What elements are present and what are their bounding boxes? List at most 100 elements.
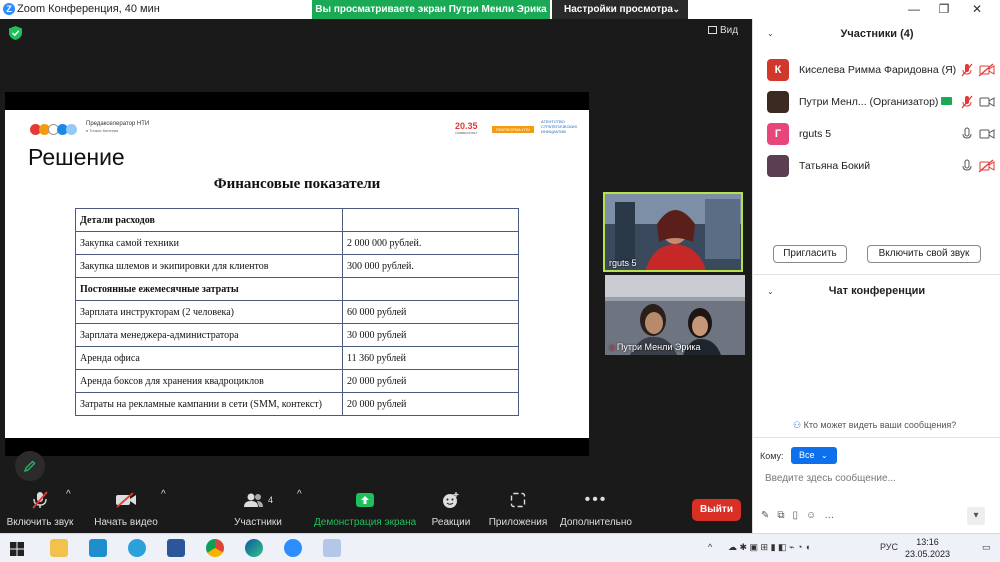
participant-name: Путри Менл... (Организатор) (799, 96, 939, 108)
notifications-icon[interactable]: ▭ (982, 542, 991, 553)
pencil-icon (24, 460, 36, 472)
table-row: Закупка самой техники 2 000 000 рублей. (75, 231, 519, 255)
participants-label: Участники (234, 517, 282, 528)
expense-value-cell: 20 000 рублей (342, 369, 519, 393)
unmute-label: Включить звук (6, 517, 74, 528)
brand-subname: в Точках Кипения (86, 128, 119, 133)
table-row: Затраты на рекламные кампании в сети (SM… (75, 392, 519, 416)
video-tile-rguts[interactable]: rguts 5 (603, 192, 743, 272)
table-row: Аренда боксов для хранения квадроциклов 2… (75, 369, 519, 393)
close-icon[interactable]: ✕ (969, 2, 985, 17)
emoji-icon[interactable]: ☺ (806, 510, 816, 521)
divider (753, 437, 1000, 438)
annotate-pencil-button[interactable] (15, 451, 45, 481)
telegram-icon[interactable] (128, 539, 146, 557)
participants-button[interactable]: 4 Участники (232, 489, 284, 528)
chat-visibility-link[interactable]: ⚇ Кто может видеть ваши сообщения? (793, 420, 956, 431)
brand-2035-sub: УНИВЕРСИТЕТ (455, 131, 478, 135)
expense-item-cell: Зарплата инструкторам (2 человека) (75, 300, 343, 324)
chrome-icon[interactable] (206, 539, 224, 557)
invite-button[interactable]: Пригласить (773, 245, 847, 263)
video-tile-name: rguts 5 (609, 258, 637, 268)
brand-2035-logo: 20.35 УНИВЕРСИТЕТ (455, 121, 478, 135)
table-row: Аренда офиса 11 360 рублей (75, 346, 519, 370)
side-panel: ⌄ Участники (4) К Киселева Римма Фаридов… (752, 19, 1000, 533)
mic-camera-off-icons[interactable] (961, 159, 995, 173)
shared-screen: Предакселератор НТИ в Точках Кипения 20.… (5, 92, 589, 456)
more-label: Дополнительно (560, 517, 632, 528)
send-icon[interactable]: ▾ (967, 507, 985, 525)
video-tile-name: Путри Менли Эрика (616, 342, 701, 352)
participants-options-chevron-icon[interactable]: ^ (297, 489, 302, 500)
audio-options-chevron-icon[interactable]: ^ (66, 489, 71, 500)
table-row: Зарплата инструкторам (2 человека) 60 000… (75, 300, 519, 324)
chat-recipient-value: Все (799, 450, 815, 460)
paint-icon[interactable] (323, 539, 341, 557)
chat-recipient-select[interactable]: Все ⌄ (791, 447, 837, 464)
screen-share-indicator-icon (941, 97, 953, 105)
view-label: Вид (720, 25, 739, 36)
participant-row[interactable]: Татьяна Бокий (767, 155, 997, 179)
windows-start-icon[interactable] (10, 542, 24, 556)
sharing-banner: Вы просматриваете экран Путри Менли Эрик… (312, 0, 550, 19)
minimize-icon[interactable]: — (906, 2, 922, 17)
participant-row[interactable]: К Киселева Римма Фаридовна (Я) (767, 59, 997, 83)
video-tile-putri[interactable]: ⦸ Путри Менли Эрика (605, 275, 745, 355)
language-indicator[interactable]: РУС (880, 542, 898, 552)
view-button[interactable]: Вид (708, 25, 738, 36)
clock-time: 13:16 (916, 537, 939, 547)
table-row: Закупка шлемов и экипировки для клиентов… (75, 254, 519, 278)
restore-icon[interactable]: ❐ (936, 2, 952, 17)
participant-name-row: Путри Менл... (Организатор) (799, 96, 953, 108)
tray-chevron-icon[interactable]: ^ (708, 542, 712, 552)
mic-camera-icons[interactable] (961, 127, 995, 141)
more-icon[interactable]: … (824, 510, 834, 521)
participant-row[interactable]: Г rguts 5 (767, 123, 997, 147)
expense-item-cell: Затраты на рекламные кампании в сети (SM… (75, 392, 343, 416)
start-video-button[interactable]: Начать видео (92, 489, 160, 528)
brand-logo-circles (30, 124, 82, 136)
apps-button[interactable]: Приложения (486, 489, 550, 528)
edge-icon[interactable] (245, 539, 263, 557)
mic-off-icon (32, 491, 48, 509)
muted-mic-camera-icons[interactable] (961, 95, 995, 109)
table-row: Зарплата менеджера-администратора 30 000 … (75, 323, 519, 347)
zoom-app-icon[interactable] (284, 539, 302, 557)
participant-row[interactable]: Путри Менл... (Организатор) (767, 91, 997, 115)
tray-app-icons[interactable]: ☁ ✱ ▣ ⊞ ▮ ◧ ⌁ ◔ ◖ (728, 542, 810, 553)
reactions-button[interactable]: Реакции (428, 489, 474, 528)
view-settings-button[interactable]: Настройки просмотра ⌄ (552, 0, 688, 19)
table-row: Детали расходов (75, 208, 519, 232)
security-shield-icon[interactable] (9, 26, 22, 40)
more-button[interactable]: ••• Дополнительно (558, 489, 634, 528)
expense-item-cell: Постоянные ежемесячные затраты (75, 277, 343, 301)
brand-2035-text: 20.35 (455, 121, 478, 131)
brand-platform-logo: ПЛАТФОРМА НТИ (492, 126, 535, 133)
unmute-self-button[interactable]: Включить свой звук (867, 245, 981, 263)
share-screen-icon (356, 493, 374, 507)
leave-button[interactable]: Выйти (692, 499, 741, 521)
muted-mic-camera-off-icons[interactable] (961, 63, 995, 77)
share-screen-label: Демонстрация экрана (314, 517, 417, 528)
more-dots-icon: ••• (584, 491, 608, 508)
format-icon[interactable]: ✎ (761, 510, 769, 521)
chat-message-input[interactable]: Введите здесь сообщение... (765, 473, 896, 484)
video-options-chevron-icon[interactable]: ^ (161, 489, 166, 500)
video-tile-name-row: ⦸ Путри Менли Эрика (609, 342, 701, 353)
file-explorer-icon[interactable] (50, 539, 68, 557)
word-icon[interactable] (167, 539, 185, 557)
screenshot-icon[interactable]: ⧉ (777, 510, 784, 521)
chevron-down-icon: ⌄ (672, 4, 680, 14)
clock-date: 23.05.2023 (905, 549, 951, 559)
reactions-label: Реакции (431, 517, 471, 528)
expense-item-cell: Аренда офиса (75, 346, 343, 370)
file-icon[interactable]: ▯ (793, 510, 799, 521)
windows-taskbar: ^ ☁ ✱ ▣ ⊞ ▮ ◧ ⌁ ◔ ◖ РУС 13:16 23.05.2023 … (0, 533, 1000, 562)
grid-icon (708, 26, 717, 34)
network-app-icon[interactable] (89, 539, 107, 557)
meeting-area: Вид Предакселератор НТИ в Точках Кипения… (0, 19, 752, 485)
clock[interactable]: 13:16 23.05.2023 (905, 536, 950, 560)
avatar (767, 91, 789, 113)
brand-asi-logo: АГЕНТСТВО СТРАТЕГИЧЕСКИХ ИНИЦИАТИВ (541, 119, 578, 134)
share-screen-button[interactable]: Демонстрация экрана (314, 489, 416, 528)
